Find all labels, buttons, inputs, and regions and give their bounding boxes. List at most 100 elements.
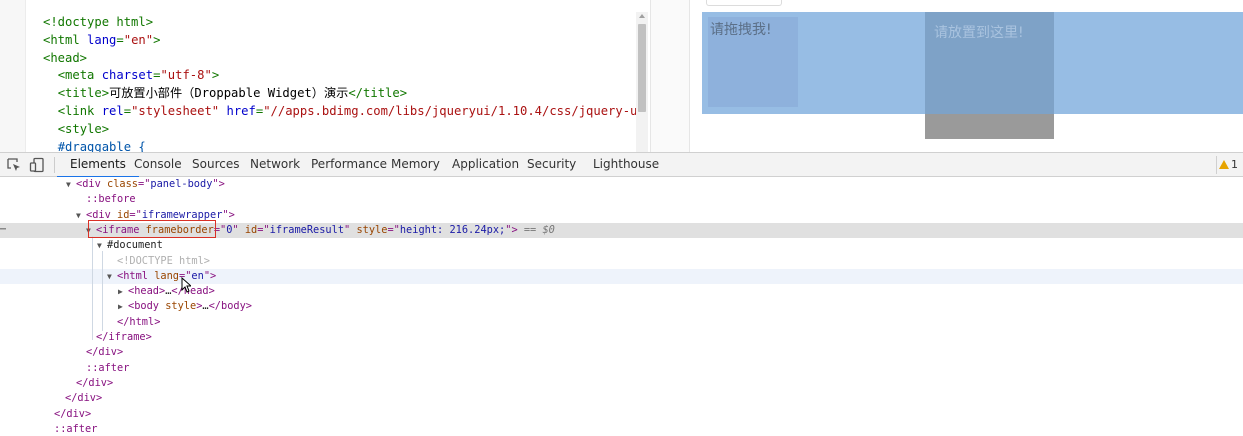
dom-token: </div> xyxy=(86,346,124,359)
code-token: <style> xyxy=(57,121,110,136)
tree-row[interactable]: <!DOCTYPE html> xyxy=(0,254,1243,269)
code-token: <link xyxy=(57,103,102,118)
code-token: rel xyxy=(101,103,124,118)
dom-token: </head> xyxy=(171,285,215,298)
dom-token: </iframe> xyxy=(96,331,152,343)
tab-performance[interactable]: Performance xyxy=(311,153,387,177)
toolbar-separator xyxy=(54,157,55,173)
expand-arrow-icon[interactable]: ▶ xyxy=(118,300,128,314)
tree-row[interactable]: </html> xyxy=(0,315,1243,330)
dom-token: </div> xyxy=(76,376,114,389)
dom-token: <html xyxy=(117,269,155,282)
warnings-counter[interactable]: 1 xyxy=(1216,156,1241,174)
dom-token: style xyxy=(356,223,388,236)
elements-dom-tree[interactable]: ▼ <div class="panel-body">::before ▼ <div i… xyxy=(0,177,1243,436)
preview-pane: 请拖拽我! 请放置到这里! xyxy=(690,0,1243,152)
warnings-count: 1 xyxy=(1231,158,1238,171)
tree-row[interactable]: </div> xyxy=(0,376,1243,391)
pane-divider[interactable] xyxy=(650,0,690,152)
expand-arrow-icon[interactable]: ▶ xyxy=(118,285,128,299)
mouse-pointer-icon xyxy=(181,277,191,293)
dom-token: <div xyxy=(76,178,107,190)
code-token: "en" xyxy=(123,32,154,47)
collapse-arrow-icon[interactable]: ▼ xyxy=(107,270,117,284)
tab-lighthouse[interactable]: Lighthouse xyxy=(593,153,659,177)
code-token: 可放置小部件（Droppable Widget）演示 xyxy=(109,86,349,101)
code-token: href xyxy=(226,103,256,118)
code-line: <link rel="stylesheet" href="//apps.bdim… xyxy=(43,103,637,121)
tree-row[interactable]: ::after xyxy=(0,361,1243,376)
tree-row[interactable]: ▶ <body style>…</body> xyxy=(0,299,1243,314)
dom-token: </div> xyxy=(54,407,92,420)
collapse-arrow-icon[interactable]: ▼ xyxy=(76,209,86,223)
dom-token: <head> xyxy=(128,285,166,298)
dom-token: id xyxy=(117,208,130,221)
tab-application[interactable]: Application xyxy=(452,153,519,177)
dom-token: <body xyxy=(128,300,166,313)
tree-indent-guide xyxy=(102,251,103,331)
tab-network[interactable]: Network xyxy=(250,153,300,177)
tab-elements[interactable]: Elements xyxy=(57,153,139,178)
dom-token: "> xyxy=(203,269,217,282)
tab-console[interactable]: Console xyxy=(134,153,182,177)
code-token: lang xyxy=(87,32,117,47)
dom-token: </html> xyxy=(117,315,161,328)
device-toolbar-icon[interactable] xyxy=(29,157,45,173)
code-token: <title> xyxy=(57,86,110,101)
tab-sources[interactable]: Sources xyxy=(192,153,239,177)
dom-token: #document xyxy=(107,239,163,252)
dom-token: <div xyxy=(86,208,117,221)
dom-token: class xyxy=(107,178,138,190)
devtools-toolbar: Elements Console Sources Network Performance… xyxy=(0,152,1243,178)
dom-token: lang xyxy=(154,269,180,282)
dom-token: "> xyxy=(212,178,225,190)
tab-security[interactable]: Security xyxy=(527,153,576,177)
dom-token: <!DOCTYPE html> xyxy=(117,254,210,267)
dom-token: == $0 xyxy=(523,223,555,236)
dom-token: =" xyxy=(387,223,400,236)
editor-code-lines[interactable]: <!doctype html> <html lang="en"> <head> <m… xyxy=(43,14,637,152)
dom-token: ::before xyxy=(86,193,136,206)
tree-row[interactable]: </div> xyxy=(0,345,1243,360)
code-editor[interactable]: <!doctype html> <html lang="en"> <head> <m… xyxy=(0,0,650,152)
dom-token: ::after xyxy=(54,422,98,435)
tree-indent-guide xyxy=(92,236,93,340)
code-token: #draggable { xyxy=(57,139,146,152)
code-token: charset xyxy=(101,68,154,83)
tree-row[interactable]: ::before xyxy=(0,192,1243,207)
dom-token: height: 216.24px; xyxy=(399,223,506,236)
code-line: <head> xyxy=(43,50,637,68)
dom-token: iframeResult xyxy=(269,223,345,236)
dom-token: style xyxy=(165,300,197,313)
code-token: <!doctype html> xyxy=(43,15,154,29)
tree-row[interactable]: ▼ <div class="panel-body"> xyxy=(0,177,1243,192)
inspect-element-icon[interactable] xyxy=(6,157,22,173)
dom-token: en xyxy=(191,269,204,282)
tree-row[interactable]: ::after xyxy=(0,422,1243,436)
tree-row[interactable]: </iframe> xyxy=(0,330,1243,345)
row-menu-dots-icon[interactable]: ⋯ xyxy=(0,223,6,237)
dom-token: </body> xyxy=(208,300,253,313)
scroll-up-arrow-icon[interactable] xyxy=(639,14,645,18)
dom-token: "> xyxy=(505,223,518,236)
collapse-arrow-icon[interactable]: ▼ xyxy=(66,178,76,192)
tree-row[interactable]: ▼ #document xyxy=(0,238,1243,253)
warning-icon xyxy=(1219,160,1229,169)
code-token: <meta xyxy=(57,68,102,83)
tab-memory[interactable]: Memory xyxy=(391,153,440,177)
code-line: <meta charset="utf-8"> xyxy=(43,67,637,85)
droppable-box-lower xyxy=(925,114,1054,139)
dom-token: panel-body xyxy=(150,178,213,190)
dom-token: </div> xyxy=(65,392,103,405)
droppable-label: 请放置到这里! xyxy=(934,25,1024,41)
editor-scroll-thumb[interactable] xyxy=(638,24,646,112)
annotation-highlight-box xyxy=(88,220,216,238)
tree-row[interactable]: </div> xyxy=(0,391,1243,406)
preview-tab-notch xyxy=(706,0,782,6)
code-line: <html lang="en"> xyxy=(43,32,637,50)
editor-scrollbar[interactable] xyxy=(636,12,648,152)
code-line: <title>可放置小部件（Droppable Widget）演示</title… xyxy=(43,85,637,103)
tree-row[interactable]: </div> xyxy=(0,407,1243,422)
